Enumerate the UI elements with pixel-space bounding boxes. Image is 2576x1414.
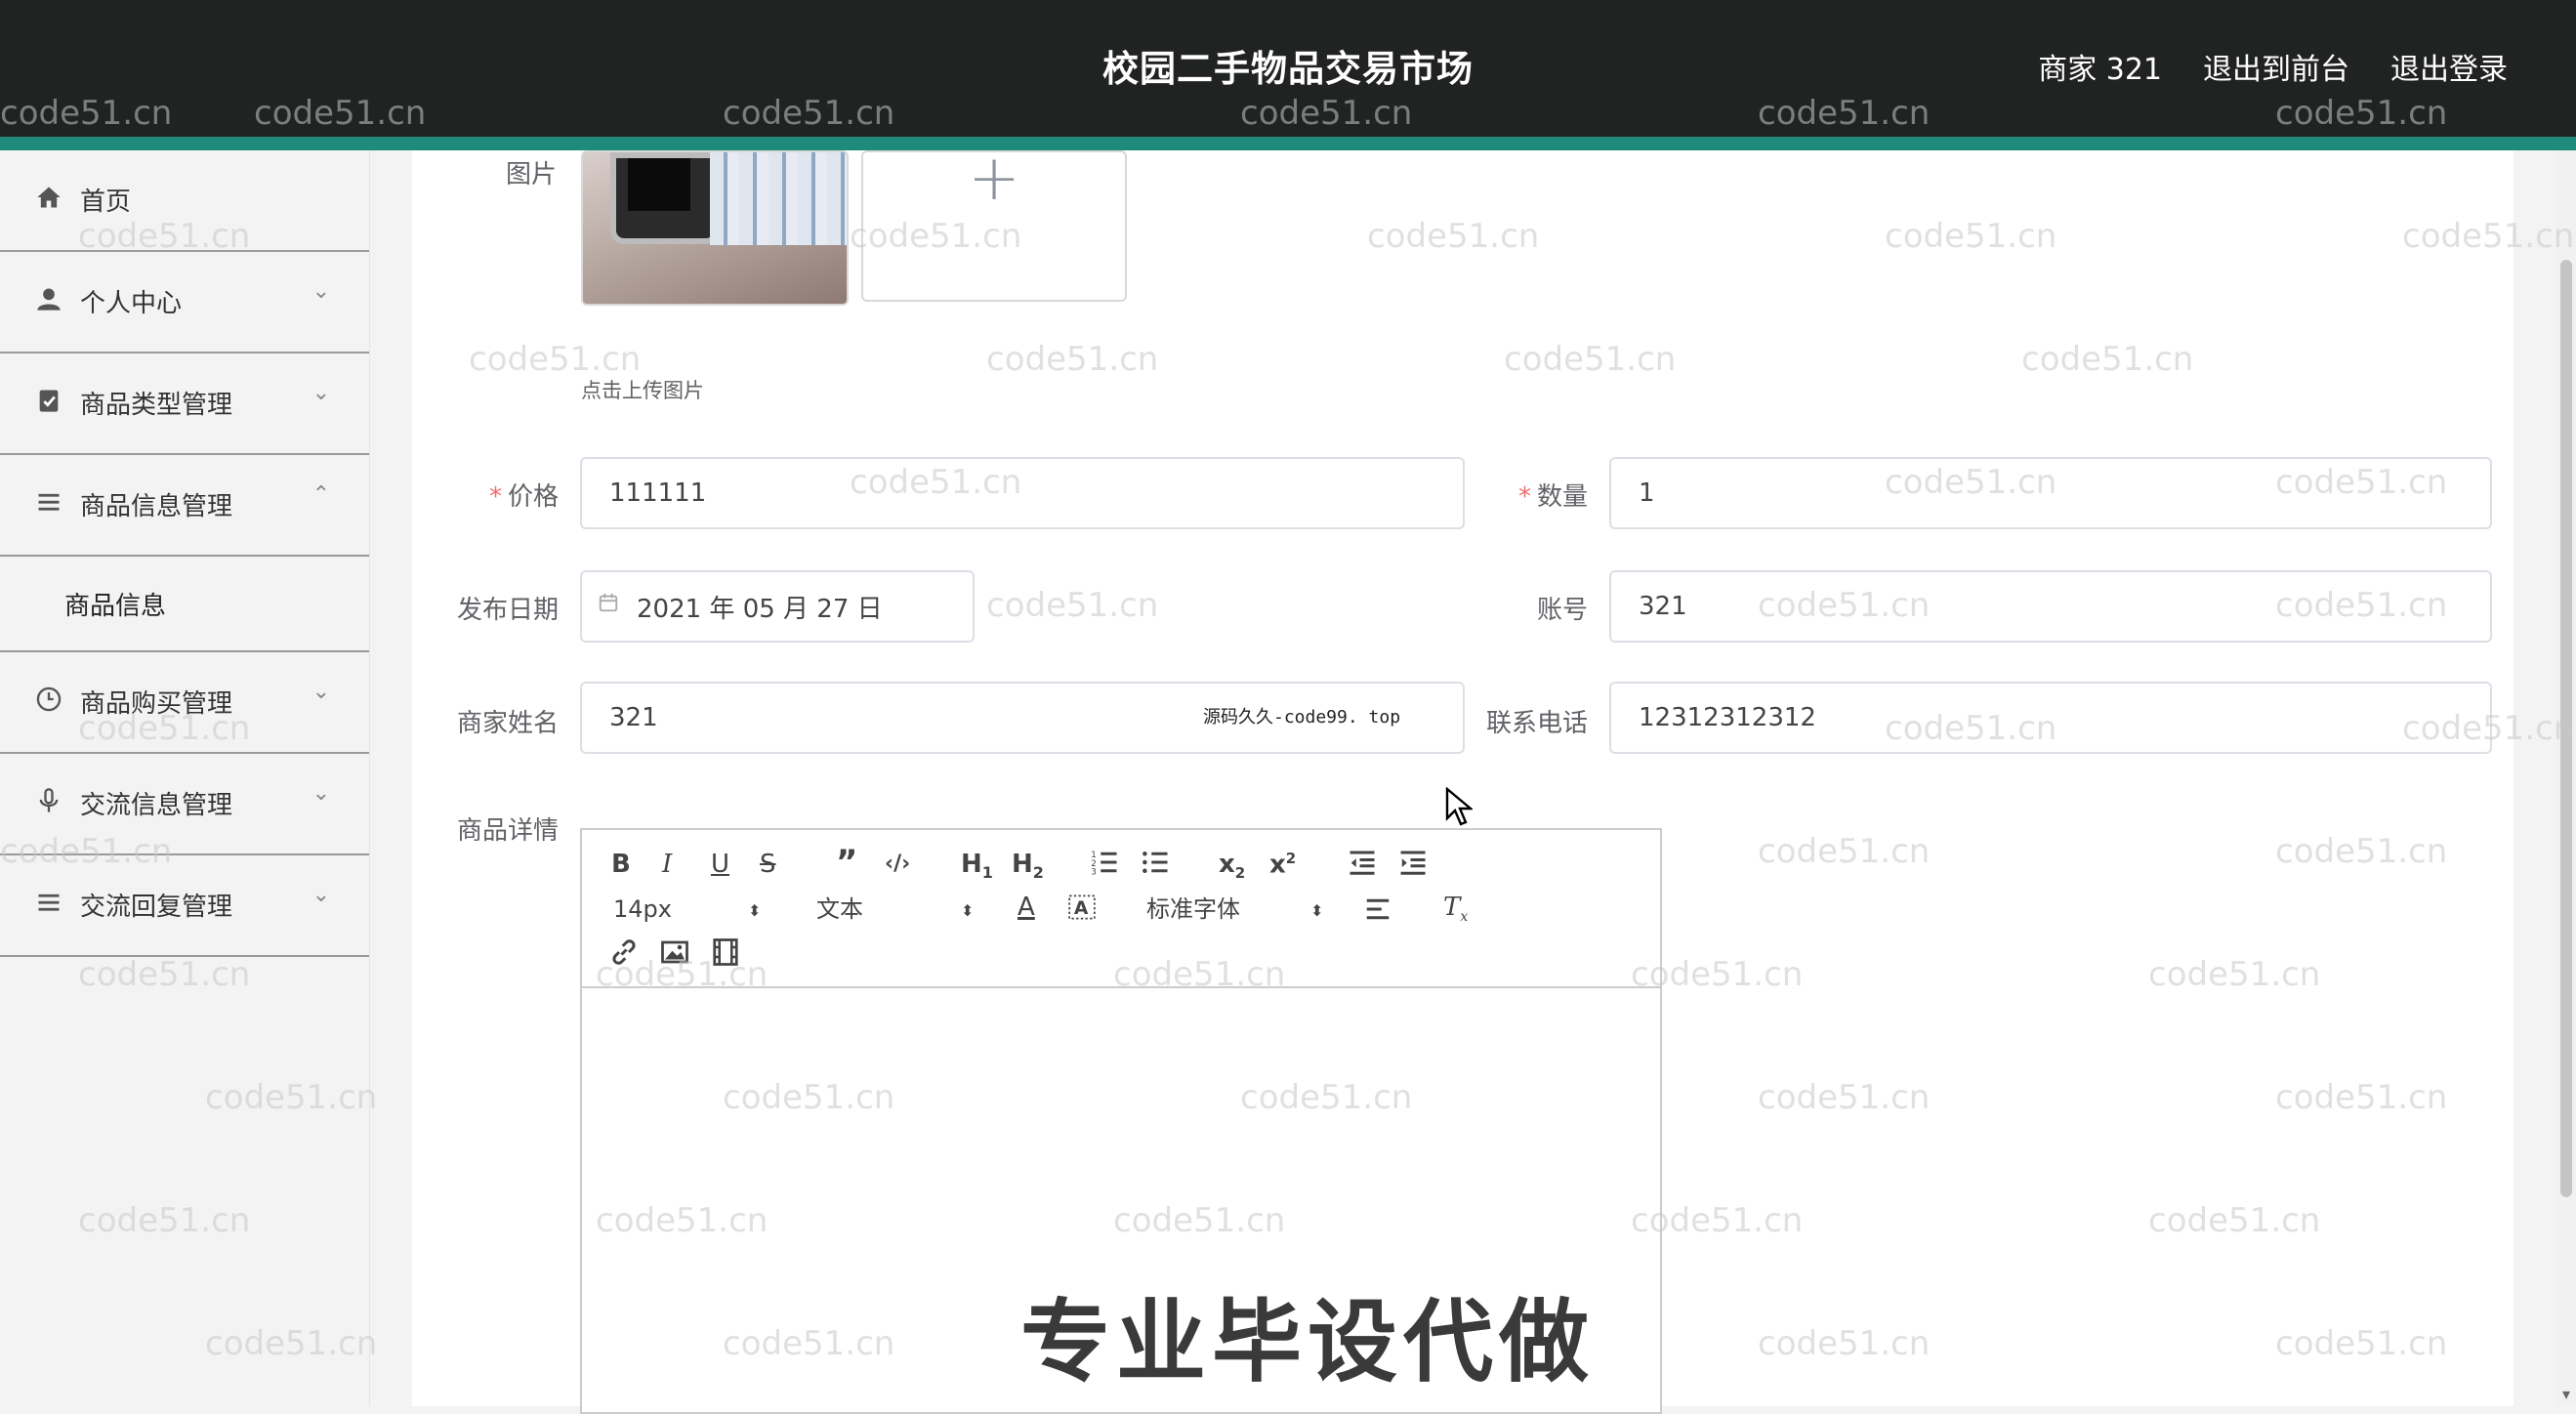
user-icon	[33, 285, 64, 316]
sidebar-item-label: 交流信息管理	[80, 791, 233, 820]
quantity-input[interactable]	[1609, 457, 2492, 529]
price-input[interactable]	[580, 457, 1465, 529]
chevron-down-icon: ⌄	[312, 781, 330, 806]
exit-to-front-link[interactable]: 退出到前台	[2203, 45, 2349, 88]
sidebar-item-label: 商品信息管理	[80, 492, 233, 521]
sidebar: 首页 个人中心 ⌄ 商品类型管理 ⌄ 商品信息管理 ⌃ 商品信息 商品购买管理 …	[0, 150, 370, 1406]
text-color-icon[interactable]: A	[1018, 893, 1035, 922]
italic-icon[interactable]: I	[662, 850, 672, 879]
header-accent-bar	[0, 137, 2576, 150]
bold-icon[interactable]: B	[611, 850, 631, 879]
image-label: 图片	[505, 160, 557, 189]
calendar-icon	[598, 592, 619, 619]
upload-hint: 点击上传图片	[581, 379, 704, 402]
select-arrows-icon: ⬍	[748, 901, 762, 920]
indent-icon[interactable]	[1398, 848, 1428, 884]
uploaded-image-thumbnail[interactable]	[581, 150, 849, 306]
heading1-icon[interactable]: H1	[961, 850, 993, 888]
sidebar-item-purchase-management[interactable]: 商品购买管理 ⌄	[0, 652, 369, 754]
phone-label: 联系电话	[1485, 709, 1588, 738]
phone-input[interactable]	[1609, 682, 2492, 754]
sidebar-item-product-info-management[interactable]: 商品信息管理 ⌃	[0, 455, 369, 557]
microphone-icon	[33, 787, 64, 818]
svg-text:A: A	[1074, 898, 1089, 919]
home-icon	[33, 184, 64, 215]
clear-format-icon[interactable]: Tx	[1443, 893, 1468, 932]
header-links: 商家 321 退出到前台 退出登录	[2038, 45, 2508, 88]
video-icon[interactable]	[711, 937, 740, 974]
sidebar-item-label: 商品类型管理	[80, 391, 233, 420]
bullet-list-icon[interactable]	[1141, 848, 1170, 884]
account-input[interactable]	[1609, 570, 2492, 643]
image-icon[interactable]	[660, 937, 689, 974]
editor-toolbar: B I U S ” ‹/› H1 H2 123 x2 x2 14px ⬍ 文本 …	[582, 830, 1660, 988]
plus-icon: +	[968, 143, 1020, 215]
code-block-icon[interactable]: ‹/›	[885, 850, 910, 879]
select-arrows-icon: ⬍	[961, 901, 975, 920]
superscript-icon[interactable]: x2	[1269, 844, 1296, 880]
publish-date-picker[interactable]	[580, 570, 975, 643]
outdent-icon[interactable]	[1348, 848, 1377, 884]
list-icon	[33, 488, 64, 520]
sidebar-item-message-management[interactable]: 交流信息管理 ⌄	[0, 754, 369, 855]
merchant-name-label: 商家姓名	[456, 709, 559, 738]
chevron-down-icon: ⌄	[312, 680, 330, 704]
list-icon	[33, 889, 64, 920]
chevron-down-icon: ⌄	[312, 883, 330, 907]
user-label: 商家 321	[2038, 53, 2162, 87]
clock-icon	[33, 686, 64, 717]
heading2-icon[interactable]: H2	[1012, 850, 1044, 888]
small-watermark-text: 源码久久-code99. top	[1203, 707, 1401, 728]
background-color-icon[interactable]: A	[1068, 893, 1096, 929]
promo-watermark-text: 专业毕设代做	[1020, 1290, 1596, 1394]
underline-icon[interactable]: U	[711, 850, 729, 879]
logout-link[interactable]: 退出登录	[2390, 45, 2508, 88]
font-family-select[interactable]: 标准字体 ⬍	[1146, 894, 1324, 924]
top-bar: 校园二手物品交易市场 商家 321 退出到前台 退出登录	[0, 0, 2576, 137]
sidebar-subitem-label: 商品信息	[64, 592, 167, 621]
strikethrough-icon[interactable]: S	[760, 850, 776, 879]
chevron-down-icon: ⌄	[312, 279, 330, 304]
svg-text:3: 3	[1091, 868, 1097, 878]
quantity-label: * 数量	[1517, 482, 1588, 512]
link-icon[interactable]	[609, 937, 639, 974]
scrollbar-thumb[interactable]	[2560, 260, 2572, 1197]
chevron-up-icon: ⌃	[312, 482, 330, 507]
image-upload-button[interactable]: +	[861, 143, 1127, 302]
sidebar-item-label: 首页	[80, 187, 132, 217]
subscript-icon[interactable]: x2	[1219, 850, 1245, 888]
sidebar-item-reply-management[interactable]: 交流回复管理 ⌄	[0, 855, 369, 957]
blockquote-icon[interactable]: ”	[836, 846, 857, 879]
sidebar-item-label: 商品购买管理	[80, 689, 233, 719]
chevron-down-icon: ⌄	[312, 381, 330, 405]
product-detail-label: 商品详情	[456, 816, 559, 846]
price-label: * 价格	[488, 482, 559, 512]
scroll-down-arrow-icon[interactable]: ▾	[2556, 1385, 2576, 1404]
font-size-select[interactable]: 14px ⬍	[613, 894, 762, 924]
clipboard-icon	[33, 387, 64, 418]
sidebar-item-personal-center[interactable]: 个人中心 ⌄	[0, 252, 369, 354]
select-arrows-icon: ⬍	[1310, 901, 1324, 920]
sidebar-item-label: 个人中心	[80, 289, 183, 318]
publish-date-label: 发布日期	[456, 596, 559, 625]
sidebar-subitem-product-info[interactable]: 商品信息	[0, 557, 369, 652]
block-format-select[interactable]: 文本 ⬍	[816, 894, 975, 924]
account-label: 账号	[1536, 596, 1588, 625]
sidebar-item-label: 交流回复管理	[80, 893, 233, 922]
align-icon[interactable]	[1363, 894, 1392, 931]
sidebar-item-home[interactable]: 首页	[0, 150, 369, 252]
sidebar-item-category-management[interactable]: 商品类型管理 ⌄	[0, 354, 369, 455]
ordered-list-icon[interactable]: 123	[1090, 848, 1119, 884]
